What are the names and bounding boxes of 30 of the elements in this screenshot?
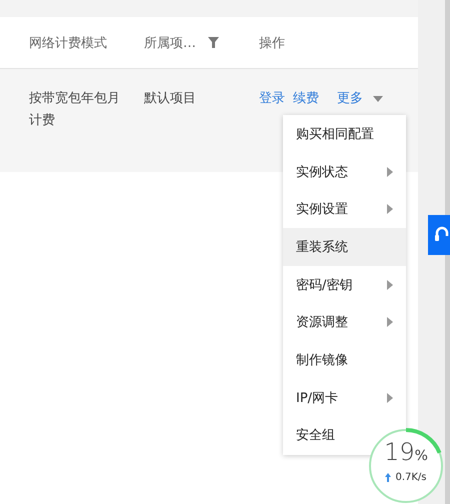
menu-item[interactable]: 密码/密钥 [283,266,406,304]
action-link[interactable]: 登录 [259,88,285,110]
percent-unit: % [414,448,428,464]
menu-item[interactable]: IP/网卡 [283,378,406,416]
caret-icon[interactable] [373,96,383,102]
menu-item[interactable]: 制作镜像 [283,341,361,379]
submenu-arrow-icon [387,317,393,328]
upload-arrow-icon [385,473,392,482]
column-header: 所属项… [144,34,196,52]
submenu-arrow-icon [387,280,393,290]
headset-icon [435,226,449,244]
table-cell-text: 默认项目 [144,90,197,108]
menu-item[interactable]: 实例状态 [283,152,406,190]
menu-item[interactable]: 重装系统 [283,228,406,266]
menu-item[interactable]: 购买相同配置 [283,115,387,153]
submenu-arrow-icon [387,392,393,403]
filter-icon[interactable] [208,37,219,48]
column-header: 操作 [259,34,285,52]
menu-item[interactable]: 资源调整 [283,303,406,342]
menu-item[interactable]: 安全组 [283,416,348,454]
action-link[interactable]: 续费 [293,88,319,110]
cpu-percent: 19 [384,438,415,466]
column-header: 网络计费模式 [29,34,107,52]
menu-item[interactable]: 实例设置 [283,190,406,228]
table-cell-text: 按带宽包年包月计费 [28,90,121,130]
submenu-arrow-icon [387,204,393,214]
support-button[interactable] [428,215,450,255]
speed-reading: 0.7K/s [395,472,427,483]
submenu-arrow-icon [387,166,393,177]
more-link[interactable]: 更多 [337,88,363,110]
